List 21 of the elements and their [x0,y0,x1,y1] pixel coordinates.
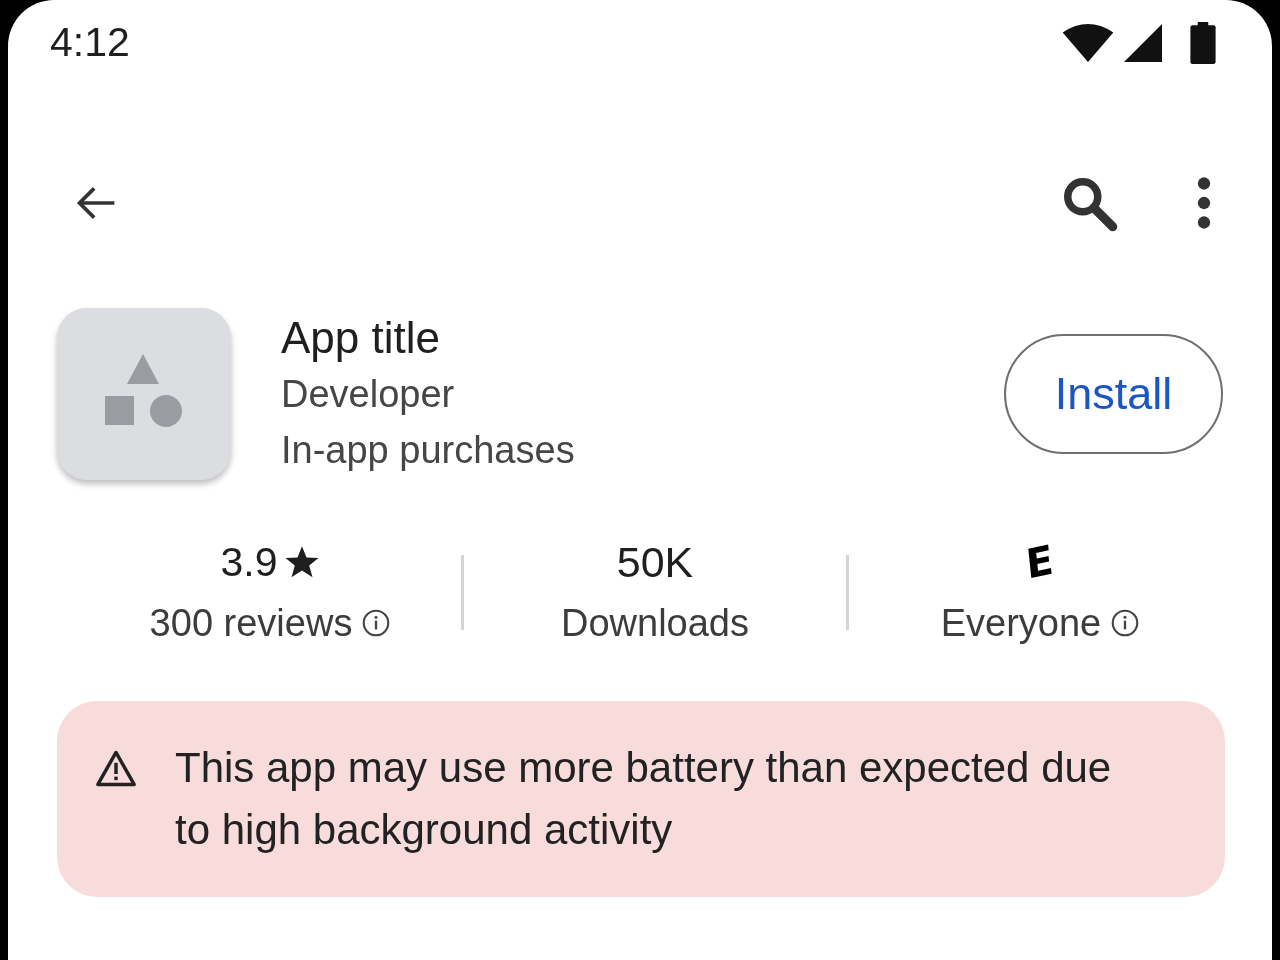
star-icon [283,544,320,580]
app-icon [57,308,231,480]
stat-label: 300 reviews [149,601,353,646]
info-icon[interactable] [1111,609,1140,637]
rating-value: 3.9 [220,538,278,587]
status-time: 4:12 [50,17,130,67]
download-count: 50K [616,537,694,588]
stat-label: Everyone [940,601,1102,646]
purchase-note: In-app purchases [281,428,575,473]
info-icon[interactable] [362,609,391,637]
signal-icon [1124,23,1162,62]
install-button[interactable]: Install [1004,334,1223,454]
stat-label: Downloads [561,601,749,646]
battery-icon [1190,21,1216,64]
wifi-icon [1062,23,1114,62]
content-rating-letter: E [1024,537,1056,587]
app-title: App title [281,312,441,364]
warning-text: This app may use more battery than expected due to high background activity [175,743,1113,855]
more-vertical-icon [1196,176,1212,229]
developer-name: Developer [281,372,456,417]
warning-icon [95,749,137,787]
